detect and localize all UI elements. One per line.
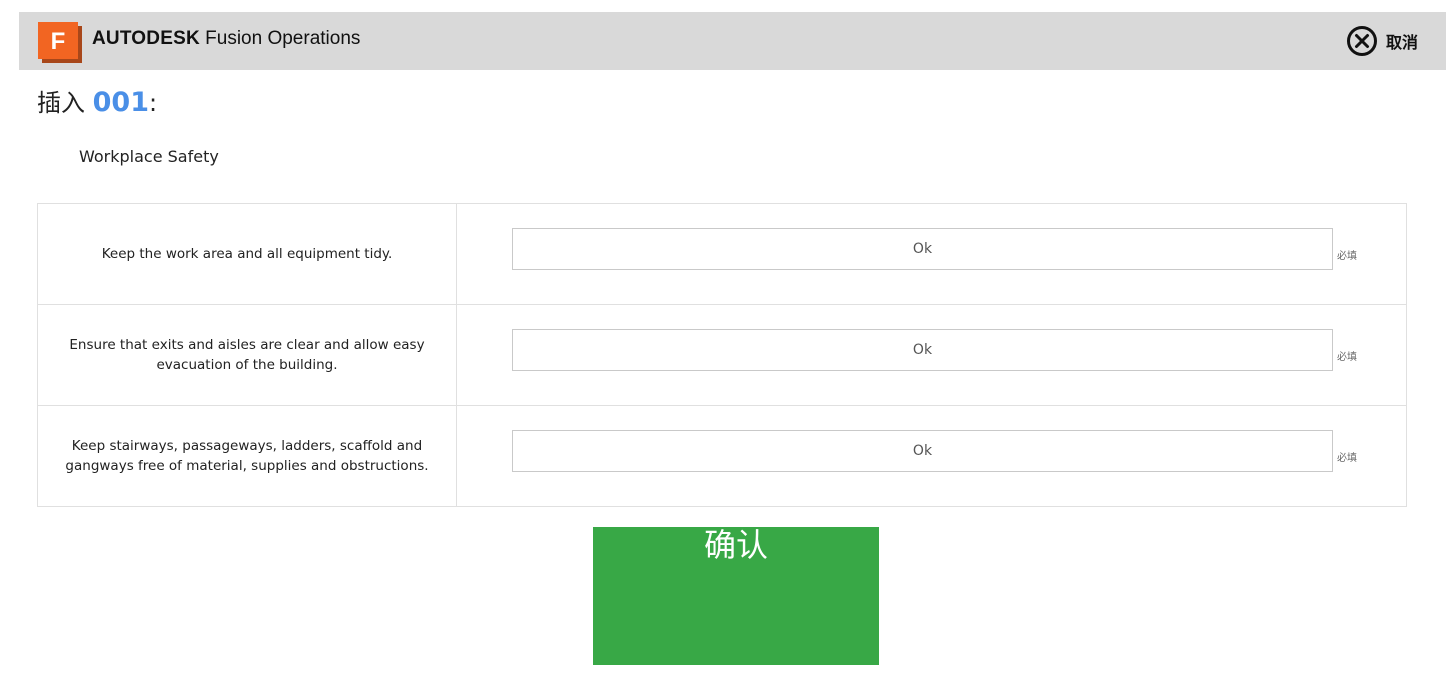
section-title: Workplace Safety xyxy=(79,147,219,166)
product-name: Fusion Operations xyxy=(205,28,361,49)
checklist-item-label: Keep stairways, passageways, ladders, sc… xyxy=(37,405,457,507)
fusion-logo-icon: F xyxy=(38,22,82,63)
required-tag: 必填 xyxy=(1337,352,1357,363)
cancel-label: 取消 xyxy=(1385,33,1418,52)
answer-field[interactable]: Ok xyxy=(512,430,1333,472)
checklist-table: Keep the work area and all equipment tid… xyxy=(37,203,1407,507)
table-row: Ensure that exits and aisles are clear a… xyxy=(37,304,1407,406)
checklist-item-label: Ensure that exits and aisles are clear a… xyxy=(37,304,457,406)
required-tag: 必填 xyxy=(1337,453,1357,464)
title-code: 001 xyxy=(92,87,150,118)
required-tag: 必填 xyxy=(1337,251,1357,262)
cancel-button[interactable]: 取消 xyxy=(1346,25,1418,57)
table-row: Keep the work area and all equipment tid… xyxy=(37,203,1407,305)
app-title: AUTODESK Fusion Operations xyxy=(92,28,360,50)
brand-name: AUTODESK xyxy=(92,28,200,49)
close-circle-icon xyxy=(1346,26,1377,56)
title-prefix: 插入 xyxy=(37,89,85,117)
answer-field[interactable]: Ok xyxy=(512,329,1333,371)
answer-cell: Ok 必填 xyxy=(456,405,1407,507)
table-row: Keep stairways, passageways, ladders, sc… xyxy=(37,405,1407,507)
logo-letter: F xyxy=(51,28,66,55)
answer-cell: Ok 必填 xyxy=(456,203,1407,305)
title-suffix: : xyxy=(149,89,158,117)
answer-cell: Ok 必填 xyxy=(456,304,1407,406)
confirm-button[interactable]: 确认 xyxy=(593,527,879,665)
checklist-item-label: Keep the work area and all equipment tid… xyxy=(37,203,457,305)
page-title: 插入 001: xyxy=(37,83,157,118)
app-header: F AUTODESK Fusion Operations 取消 xyxy=(19,12,1446,70)
answer-field[interactable]: Ok xyxy=(512,228,1333,270)
